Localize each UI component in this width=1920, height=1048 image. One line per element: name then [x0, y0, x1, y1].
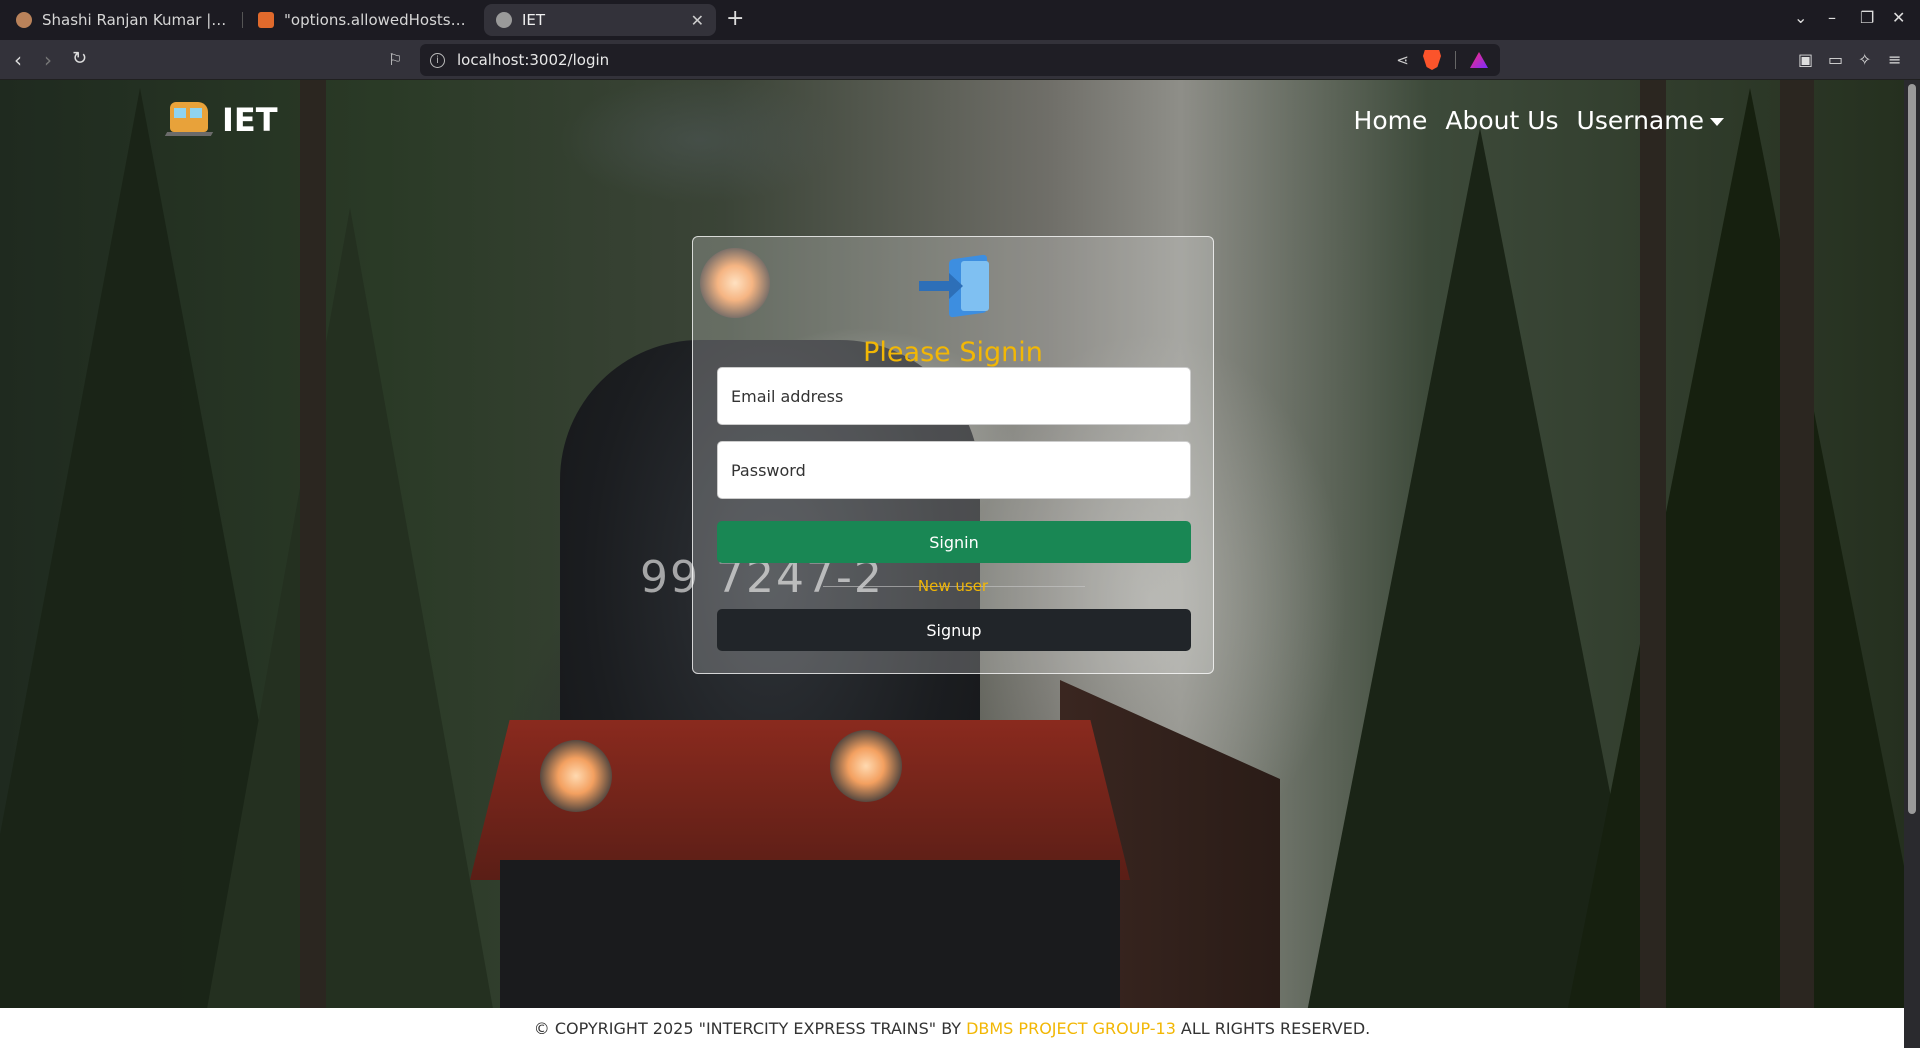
nav-username-dropdown[interactable]: Username [1577, 106, 1724, 135]
signup-button[interactable]: Signup [717, 609, 1191, 651]
nav-about-link[interactable]: About Us [1445, 106, 1558, 135]
login-card: Please Signin Signin New user Signup [692, 236, 1214, 674]
login-title: Please Signin [863, 337, 1043, 368]
back-icon[interactable]: ‹ [14, 48, 22, 72]
brand-link[interactable]: IET [164, 100, 278, 140]
brave-shields-icon[interactable] [1423, 50, 1441, 70]
stackoverflow-favicon-icon [258, 12, 274, 28]
tree-trunk [1640, 80, 1666, 1048]
page-background: 99 7247-2 IET Home About Us Username Ple… [0, 80, 1904, 1048]
password-field[interactable] [717, 441, 1191, 499]
forward-icon[interactable]: › [44, 48, 52, 72]
globe-icon [496, 12, 512, 28]
headlamp [830, 730, 902, 802]
tab-separator [242, 12, 243, 28]
tab-title: Shashi Ranjan Kumar || Perso [42, 11, 228, 29]
address-bar-actions: ⋖ [1396, 50, 1488, 70]
forest-tree [200, 208, 500, 1048]
tree-trunk [1780, 80, 1814, 1048]
profile-favicon-icon [16, 12, 32, 28]
browser-tabstrip: Shashi Ranjan Kumar || Perso "options.al… [0, 0, 1920, 40]
browser-tab[interactable]: "options.allowedHosts[0] sh [246, 4, 482, 36]
footer-copyright: © COPYRIGHT 2025 "INTERCITY EXPRESS TRAI… [533, 1018, 962, 1038]
site-info-icon[interactable]: i [430, 52, 445, 68]
maximize-icon[interactable]: ❐ [1860, 8, 1874, 27]
bookmark-icon[interactable]: ⚐ [388, 50, 402, 69]
tab-title: IET [522, 11, 546, 29]
nav-home-link[interactable]: Home [1354, 106, 1428, 135]
share-icon[interactable]: ⋖ [1396, 51, 1409, 69]
scrollbar-thumb[interactable] [1908, 84, 1916, 814]
browser-tab[interactable]: Shashi Ranjan Kumar || Perso [4, 4, 240, 36]
address-bar[interactable]: i localhost:3002/login ⋖ [420, 44, 1500, 76]
headlamp [540, 740, 612, 812]
signin-icon [915, 254, 993, 318]
caret-down-icon [1710, 118, 1724, 126]
browser-tab-active[interactable]: IET ✕ [484, 4, 716, 36]
minimize-icon[interactable]: – [1828, 8, 1836, 27]
email-field[interactable] [717, 367, 1191, 425]
close-window-icon[interactable]: ✕ [1892, 8, 1905, 27]
tab-title: "options.allowedHosts[0] sh [284, 11, 470, 29]
close-tab-icon[interactable]: ✕ [691, 11, 704, 30]
menu-icon[interactable]: ≡ [1888, 50, 1901, 69]
brand-name: IET [222, 101, 278, 139]
main-nav: Home About Us Username [1354, 106, 1724, 135]
footer: © COPYRIGHT 2025 "INTERCITY EXPRESS TRAI… [0, 1008, 1904, 1048]
footer-group-link[interactable]: DBMS PROJECT GROUP-13 [966, 1019, 1176, 1038]
forest-tree [1560, 88, 1904, 1048]
signin-button[interactable]: Signin [717, 521, 1191, 563]
username-label: Username [1576, 106, 1704, 135]
url-text: localhost:3002/login [457, 51, 610, 69]
new-tab-button[interactable]: + [726, 6, 744, 31]
brave-rewards-icon[interactable] [1470, 52, 1488, 68]
train-logo-icon [164, 100, 214, 140]
new-user-text: New user [917, 577, 989, 595]
tree-trunk [300, 80, 326, 1048]
browser-toolbar: ‹ › ↻ ⚐ i localhost:3002/login ⋖ ▣ ▭ ✧ ≡ [0, 40, 1920, 80]
wallet-icon[interactable]: ▭ [1828, 50, 1843, 69]
divider [1455, 51, 1456, 69]
tab-search-icon[interactable]: ⌄ [1794, 8, 1807, 27]
leo-ai-icon[interactable]: ✧ [1858, 50, 1871, 69]
reload-icon[interactable]: ↻ [72, 48, 87, 69]
footer-rights: ALL RIGHTS RESERVED. [1180, 1018, 1371, 1038]
sidebar-icon[interactable]: ▣ [1798, 50, 1813, 69]
notification-dot [1482, 52, 1488, 56]
